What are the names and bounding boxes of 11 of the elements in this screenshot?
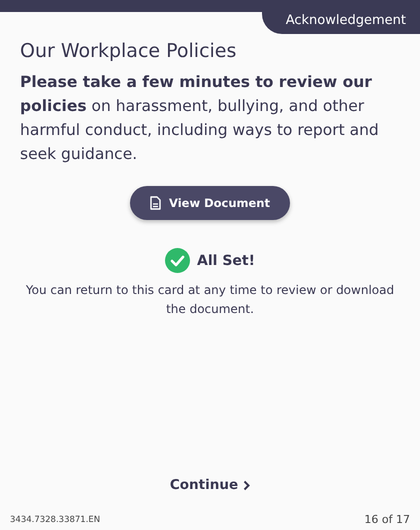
description-text: Please take a few minutes to review our policies on harassment, bullying, and other harmful conduct, including ways to report and seek guidance. bbox=[20, 72, 380, 165]
document-icon bbox=[150, 196, 161, 210]
chevron-icon bbox=[243, 480, 250, 490]
status-label: All Set! bbox=[197, 252, 255, 268]
continue-button[interactable]: Continue bbox=[168, 475, 252, 495]
view-document-button[interactable]: View Document bbox=[130, 186, 290, 220]
page-counter: 16 of 17 bbox=[364, 513, 410, 526]
checkmark-icon bbox=[165, 248, 190, 273]
status-message: You can return to this card at any time to review or download the document. bbox=[24, 282, 396, 318]
card-title: Our Workplace Policies bbox=[20, 40, 238, 62]
reference-code: 3434.7328.33871.EN bbox=[10, 514, 100, 524]
